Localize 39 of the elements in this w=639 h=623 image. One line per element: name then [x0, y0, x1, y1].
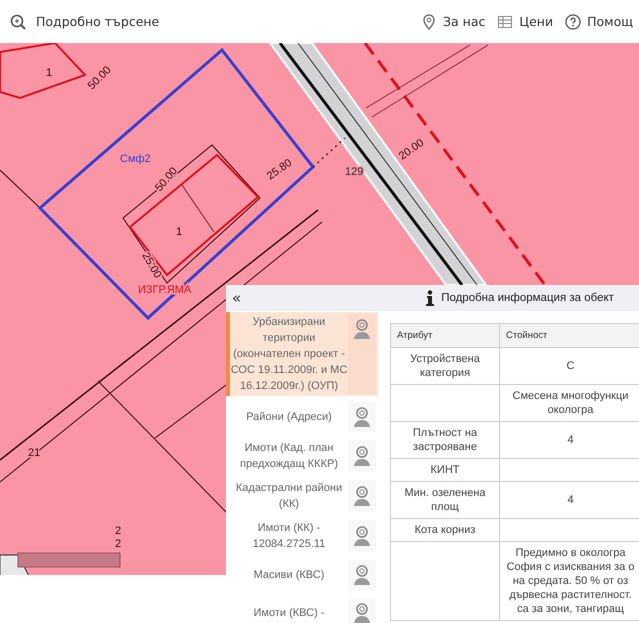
person-icon — [352, 485, 372, 507]
layer-item[interactable]: Масиви (КВС) — [226, 558, 378, 592]
dotted-line — [312, 137, 346, 168]
map-label: 1 — [176, 226, 182, 238]
map-label: Смф2 — [120, 153, 151, 165]
map-pin-icon — [421, 14, 438, 30]
table-cell: Мин. озеленена площ — [390, 482, 500, 518]
table-cell: Плътност на застрояване — [390, 422, 500, 458]
info-icon — [425, 290, 436, 306]
layer-item[interactable]: Райони (Адреси) — [226, 400, 378, 434]
table-cell: Кота корниз — [390, 518, 500, 542]
layer-item[interactable]: Имоти (КВС) - — [226, 596, 378, 623]
nav-link[interactable]: Цени — [497, 14, 554, 30]
person-icon — [352, 445, 372, 467]
person-icon — [352, 525, 372, 547]
collapse-button[interactable]: « — [226, 289, 250, 307]
layer-item[interactable]: Урбанизирани територии (окончателен проект - СОС 19.11.2009г. и МС 16.12.2009г.) (ОУП) — [226, 312, 378, 396]
nav-link[interactable]: Помощ — [565, 14, 633, 30]
layer-item[interactable]: Имоти (КК) - 12084.2725.11 — [226, 518, 378, 554]
person-icon — [352, 602, 372, 623]
nav-link[interactable]: За нас — [421, 14, 486, 30]
table-icon — [497, 14, 514, 30]
map-label: 129 — [345, 166, 364, 178]
advanced-search-link[interactable]: Подробно търсене — [10, 14, 160, 30]
person-icon — [352, 406, 372, 428]
search-icon — [10, 14, 26, 30]
table-cell: Устройствена категория — [390, 348, 500, 384]
table-cell: КИНТ — [390, 458, 500, 482]
layer-item[interactable]: Имоти (Кад. план предхождащ КККР) — [226, 438, 378, 474]
layer-item[interactable]: Кадастрални райони (КК) — [226, 478, 378, 514]
map-label: 1 — [46, 67, 52, 79]
column-header: Стойност — [500, 324, 639, 348]
column-header: Атрибут — [390, 324, 500, 348]
person-icon — [352, 564, 372, 586]
map-label: 2 — [115, 525, 122, 537]
map-label: 2 — [115, 538, 122, 550]
person-icon — [352, 318, 372, 340]
panel-title: Подробна информация за обект — [441, 292, 614, 304]
help-icon — [565, 14, 582, 30]
